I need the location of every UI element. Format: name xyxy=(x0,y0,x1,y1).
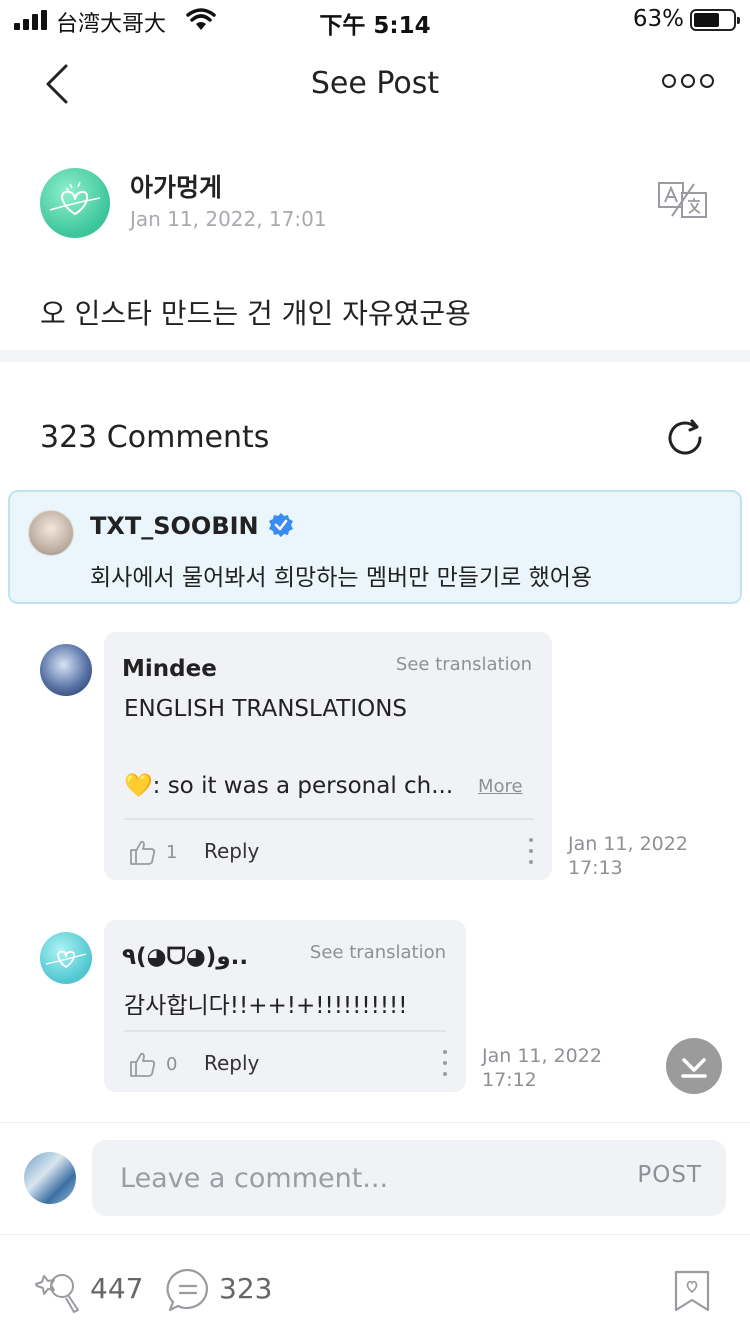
comment-author[interactable]: Mindee xyxy=(122,656,217,682)
comment-text-line: 💛: so it was a personal ch... xyxy=(124,773,454,799)
comment-menu-icon[interactable] xyxy=(442,1050,448,1076)
artist-name[interactable]: TXT_SOOBIN xyxy=(90,512,259,540)
arrow-down-icon xyxy=(681,1058,707,1078)
artist-comment-text: 회사에서 물어봐서 희망하는 멤버만 만들기로 했어용 xyxy=(90,565,593,591)
refresh-icon[interactable] xyxy=(666,418,706,458)
comment-divider xyxy=(124,818,534,820)
bookmark-icon[interactable] xyxy=(674,1270,710,1312)
post-body: 오 인스타 만드는 건 개인 자유였군용 xyxy=(40,297,471,330)
comment-input[interactable] xyxy=(120,1160,580,1196)
reply-button[interactable]: Reply xyxy=(204,839,259,863)
post-author-avatar[interactable] xyxy=(40,168,110,238)
like-count: 0 xyxy=(166,1054,178,1075)
battery-percent: 63% xyxy=(632,6,684,32)
comment-composer: POST xyxy=(92,1140,726,1216)
footer-divider xyxy=(0,1234,750,1235)
pinned-artist-comment[interactable]: TXT_SOOBIN 회사에서 물어봐서 희망하는 멤버만 만들기로 했어용 xyxy=(8,490,742,604)
comment-divider xyxy=(124,1030,446,1032)
see-translation-link[interactable]: See translation xyxy=(396,654,532,675)
like-thumb-icon[interactable] xyxy=(128,1050,156,1078)
post-author-name[interactable]: 아가멍게 xyxy=(130,168,222,204)
comment-date-day: Jan 11, 2022 xyxy=(568,833,688,855)
status-bar: 台湾大哥大 下午 5:14 63% xyxy=(0,0,750,40)
reply-button[interactable]: Reply xyxy=(204,1051,259,1075)
comment-text-line: 감사합니다!!++!+!!!!!!!!!! xyxy=(124,993,408,1019)
translate-icon[interactable] xyxy=(658,182,708,218)
comment-text-line: ENGLISH TRANSLATIONS xyxy=(124,696,408,722)
see-translation-link[interactable]: See translation xyxy=(310,942,446,963)
heart-doodle-icon xyxy=(45,950,87,969)
comment-author[interactable]: ٩(◕ᗜ◕)و.. xyxy=(122,944,248,970)
heart-doodle-icon xyxy=(49,181,101,216)
like-thumb-icon[interactable] xyxy=(128,838,156,866)
comment-date-day: Jan 11, 2022 xyxy=(482,1045,602,1067)
scroll-to-bottom-button[interactable] xyxy=(666,1038,722,1094)
composer-divider xyxy=(0,1122,750,1123)
verified-badge-icon xyxy=(269,513,293,537)
likes-count: 447 xyxy=(90,1272,144,1305)
my-avatar[interactable] xyxy=(24,1152,76,1204)
battery-icon xyxy=(690,9,740,31)
post-comment-button[interactable]: POST xyxy=(637,1162,702,1188)
comment-avatar[interactable] xyxy=(40,644,92,696)
more-options-icon[interactable] xyxy=(662,74,714,88)
like-icon[interactable] xyxy=(30,1266,86,1314)
comments-count: 323 Comments xyxy=(40,420,270,455)
nav-header: See Post xyxy=(0,44,750,124)
more-link[interactable]: More xyxy=(478,776,523,797)
comment-date-time: 17:12 xyxy=(482,1069,537,1091)
comment-date-time: 17:13 xyxy=(568,857,623,879)
page-title: See Post xyxy=(310,66,440,101)
comment-bubble: ٩(◕ᗜ◕)و.. See translation 감사합니다!!++!+!!!… xyxy=(104,920,466,1092)
comment-bubble: Mindee See translation ENGLISH TRANSLATI… xyxy=(104,632,552,880)
comment-avatar[interactable] xyxy=(40,932,92,984)
comment-date: Jan 11, 2022 17:13 xyxy=(568,832,688,880)
section-divider xyxy=(0,350,750,362)
artist-avatar[interactable] xyxy=(28,510,74,556)
post-date: Jan 11, 2022, 17:01 xyxy=(130,207,327,231)
comments-total: 323 xyxy=(219,1272,273,1305)
comment-icon[interactable] xyxy=(164,1266,212,1314)
comment-date: Jan 11, 2022 17:12 xyxy=(482,1044,602,1092)
comment-menu-icon[interactable] xyxy=(528,838,534,864)
like-count: 1 xyxy=(166,842,178,863)
